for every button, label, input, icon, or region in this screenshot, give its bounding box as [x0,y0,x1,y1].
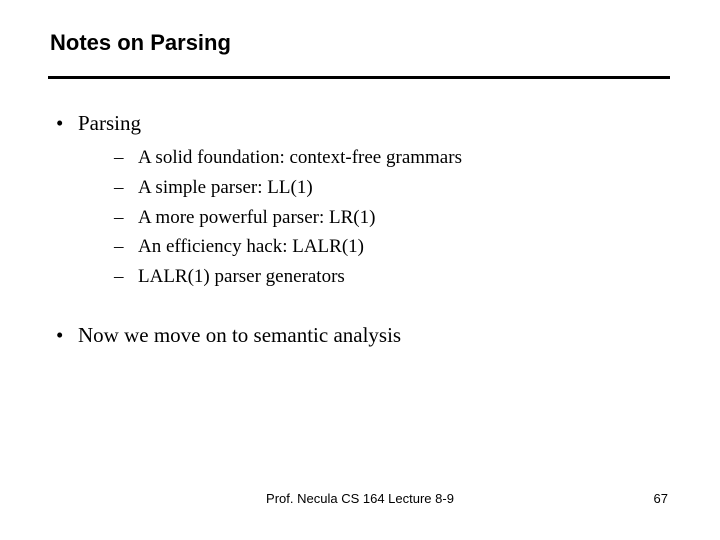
sub-bullet-list: – A solid foundation: context-free gramm… [114,144,656,290]
list-item-text: A solid foundation: context-free grammar… [138,144,462,172]
list-item: – A solid foundation: context-free gramm… [114,144,656,172]
bullet-dot-icon: • [56,320,78,350]
dash-icon: – [114,144,138,172]
list-item: – An efficiency hack: LALR(1) [114,233,656,261]
list-item: – A more powerful parser: LR(1) [114,204,656,232]
bullet-parsing: •Parsing [56,108,656,138]
bullet-dot-icon: • [56,108,78,138]
slide-body: •Parsing – A solid foundation: context-f… [56,108,656,357]
dash-icon: – [114,204,138,232]
bullet-semantic-analysis: •Now we move on to semantic analysis [56,320,656,350]
dash-icon: – [114,263,138,291]
list-item-text: An efficiency hack: LALR(1) [138,233,364,261]
list-item: – LALR(1) parser generators [114,263,656,291]
slide-title: Notes on Parsing [50,30,231,56]
dash-icon: – [114,174,138,202]
page-number: 67 [654,491,668,506]
slide: Notes on Parsing •Parsing – A solid foun… [0,0,720,540]
dash-icon: – [114,233,138,261]
list-item: – A simple parser: LL(1) [114,174,656,202]
bullet-label: Now we move on to semantic analysis [78,323,401,347]
list-item-text: A simple parser: LL(1) [138,174,313,202]
bullet-label: Parsing [78,111,141,135]
list-item-text: LALR(1) parser generators [138,263,345,291]
title-divider [48,76,670,79]
footer-center: Prof. Necula CS 164 Lecture 8-9 [0,491,720,506]
list-item-text: A more powerful parser: LR(1) [138,204,375,232]
